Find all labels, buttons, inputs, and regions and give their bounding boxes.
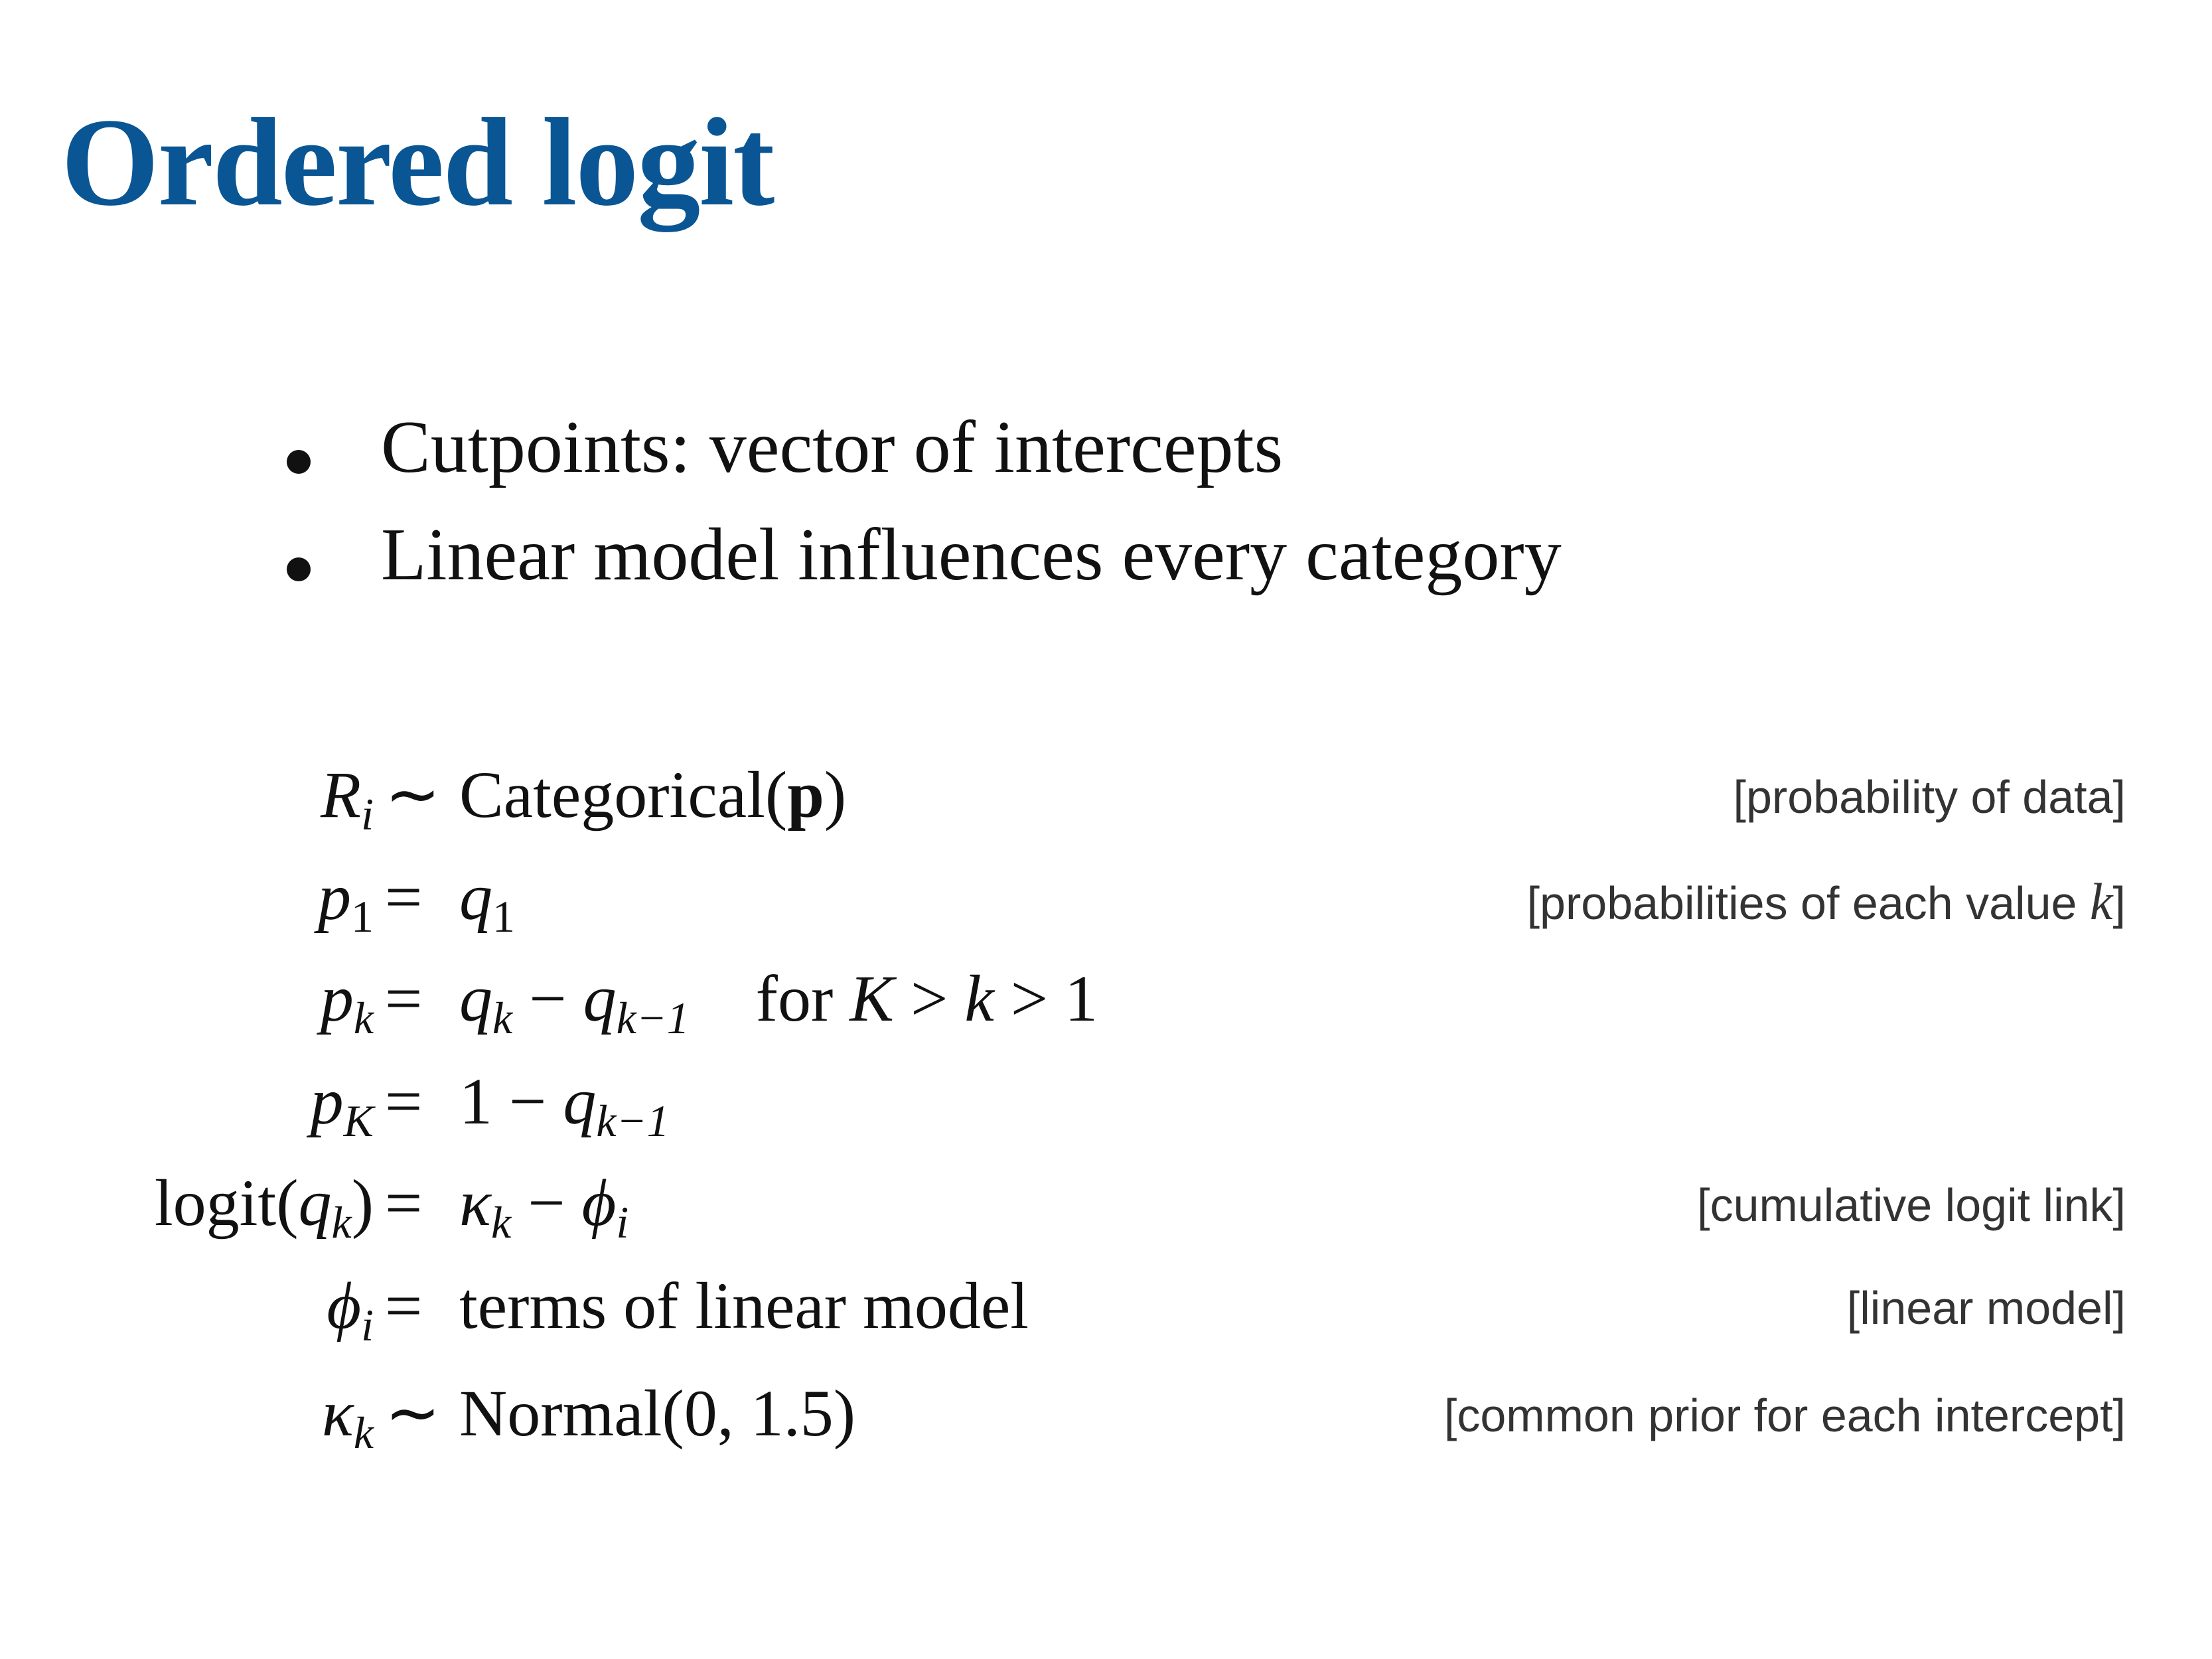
equation-row-pk: pk = qk − qk−1 for K > k > 1 <box>0 966 2212 1052</box>
bullet-text: Cutpoints: vector of intercepts <box>381 406 1284 488</box>
slide: Ordered logit Cutpoints: vector of inter… <box>0 0 2212 1659</box>
equation-relation: = <box>385 962 423 1035</box>
equation-rhs: κk − ϕi <box>459 1166 629 1248</box>
equation-rhs: Categorical(p) <box>459 758 847 831</box>
equation-relation: = <box>385 1269 423 1342</box>
equation-lhs: logit(qk) <box>154 1166 374 1248</box>
equation-row-pK: pK = 1 − qk−1 <box>0 1068 2212 1155</box>
equation-relation: ∼ <box>385 758 441 831</box>
equation-relation: = <box>385 860 423 934</box>
equation-lhs: κk <box>321 1376 374 1459</box>
equation-rhs: Normal(0, 1.5) <box>459 1376 856 1450</box>
bullet-dot-icon <box>287 450 311 474</box>
equation-annotation: [probability of data] <box>1733 771 2126 823</box>
equation-annotation: [cumulative logit link] <box>1697 1179 2126 1231</box>
equation-relation: ∼ <box>385 1376 441 1450</box>
equation-relation: = <box>385 1166 423 1240</box>
equation-lhs: p1 <box>318 860 374 942</box>
equation-annotation: [common prior for each intercept] <box>1443 1390 2126 1441</box>
equation-rhs: qk − qk−1 for K > k > 1 <box>459 962 1098 1044</box>
equation-lhs: pk <box>320 962 374 1044</box>
bullet-text: Linear model influences every category <box>381 514 1562 596</box>
equation-lhs: Ri <box>321 758 374 840</box>
equation-rhs: 1 − qk−1 <box>459 1064 670 1147</box>
equation-annotation: [linear model] <box>1846 1282 2126 1334</box>
equation-rhs: terms of linear model <box>459 1269 1029 1342</box>
equation-lhs: pK <box>310 1064 374 1147</box>
equation-annotation: [probabilities of each value k] <box>1526 873 2126 930</box>
equation-row-p1: p1 = q1 [probabilities of each value k] <box>0 864 2212 950</box>
equation-rhs: q1 <box>459 860 515 942</box>
equation-row-prior: κk ∼ Normal(0, 1.5) [common prior for ea… <box>0 1380 2212 1467</box>
equation-lhs: ϕi <box>327 1269 374 1351</box>
equation-row-linear-model: ϕi = terms of linear model [linear model… <box>0 1273 2212 1359</box>
equation-relation: = <box>385 1064 423 1138</box>
page-title: Ordered logit <box>61 93 774 232</box>
equation-row-logit-link: logit(qk) = κk − ϕi [cumulative logit li… <box>0 1170 2212 1256</box>
bullet-dot-icon <box>287 557 311 581</box>
equation-row-likelihood: Ri ∼ Categorical(p) [probability of data… <box>0 762 2212 848</box>
